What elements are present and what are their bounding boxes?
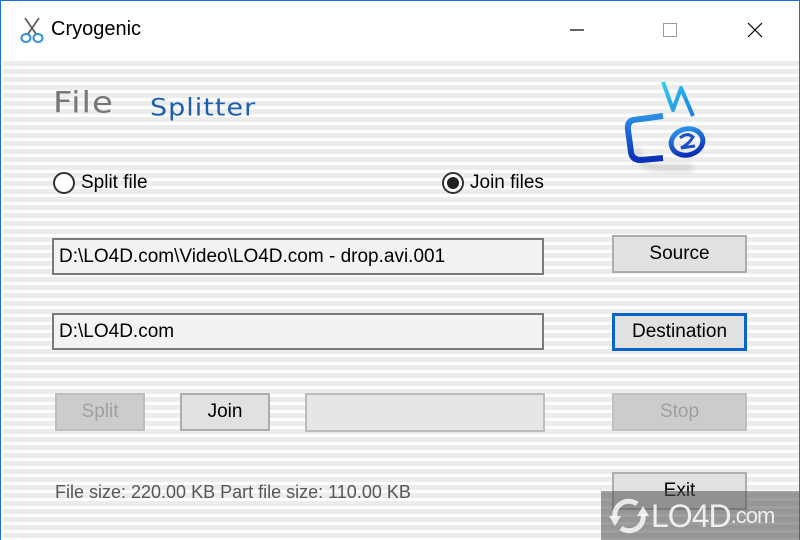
maximize-button[interactable] xyxy=(647,1,693,58)
split-button[interactable]: Split xyxy=(55,393,145,431)
logo-splitter-text: Splitter xyxy=(150,94,257,122)
close-button[interactable] xyxy=(732,1,778,58)
join-files-radio[interactable]: Join files xyxy=(442,172,544,194)
app-window: Cryogenic File Splitter Split file Join … xyxy=(0,0,800,540)
file-size-status: File size: 220.00 KB Part file size: 110… xyxy=(55,482,411,502)
source-path-input[interactable]: D:\LO4D.com\Video\LO4D.com - drop.avi.00… xyxy=(52,238,544,275)
title-bar[interactable]: Cryogenic xyxy=(1,1,799,58)
minimize-button[interactable] xyxy=(554,1,600,58)
scissors-icon xyxy=(20,17,44,43)
progress-bar xyxy=(305,393,545,432)
lo4d-logo-icon xyxy=(609,498,649,534)
join-button[interactable]: Join xyxy=(180,393,270,431)
join-files-label: Join files xyxy=(470,172,544,193)
close-icon xyxy=(747,22,763,37)
window-title: Cryogenic xyxy=(51,18,142,40)
split-file-radio[interactable]: Split file xyxy=(53,172,148,194)
cnz-logo-icon xyxy=(624,81,706,172)
stop-button[interactable]: Stop xyxy=(612,393,747,431)
watermark-text: LO4D xyxy=(651,497,732,534)
destination-path-input[interactable]: D:\LO4D.com xyxy=(52,313,544,350)
radio-circle xyxy=(53,172,75,194)
radio-selected-dot xyxy=(447,177,459,189)
maximize-icon xyxy=(663,22,677,37)
destination-button[interactable]: Destination xyxy=(612,313,747,351)
lo4d-watermark: LO4D .com xyxy=(601,491,799,540)
radio-circle xyxy=(442,172,464,194)
source-button[interactable]: Source xyxy=(612,235,747,273)
watermark-suffix: .com xyxy=(730,503,776,528)
split-file-label: Split file xyxy=(81,172,148,193)
logo-file-text: File xyxy=(53,86,114,120)
client-area: File Splitter Split file Join files D:\L… xyxy=(3,58,799,540)
minimize-icon xyxy=(570,28,584,31)
